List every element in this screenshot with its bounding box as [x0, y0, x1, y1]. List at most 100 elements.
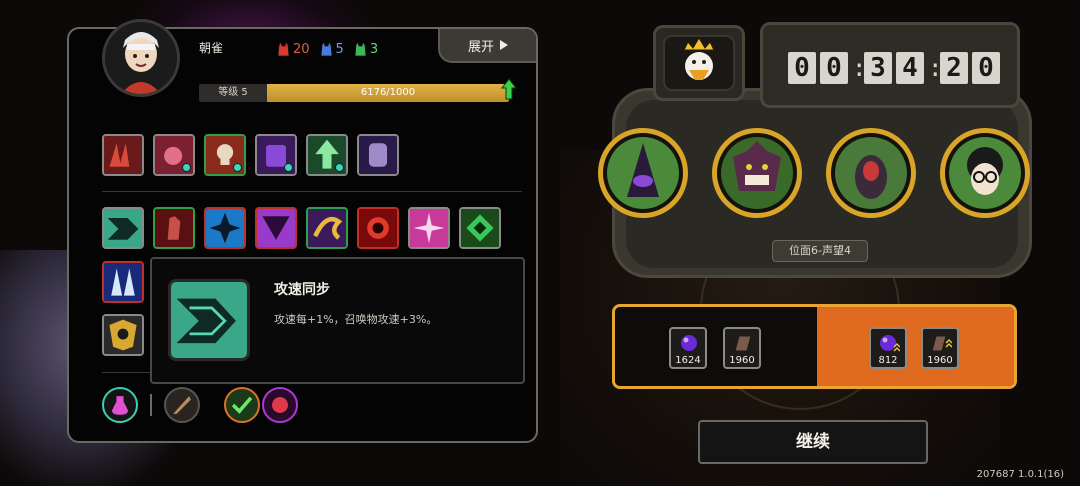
- level-up-arrow-icon[interactable]: [501, 78, 517, 100]
- timer-digit: 3: [864, 52, 892, 84]
- green-demon-icon: [354, 41, 367, 57]
- red-demon-icon: [277, 41, 290, 57]
- reward-b-tablet-value: 1960: [927, 355, 953, 366]
- reward-b-orb-value: 812: [878, 355, 898, 366]
- golden-crest-skill-icon: [104, 316, 142, 354]
- boss-slot-2[interactable]: [712, 128, 802, 218]
- blue-demon-icon: [320, 41, 332, 57]
- potion-icon: [112, 396, 128, 415]
- pink-burst-skill-icon: [410, 209, 448, 247]
- stat-red-value: 20: [293, 41, 310, 57]
- reward-a-tablet: 1960: [723, 327, 761, 369]
- skill-slot-10[interactable]: [102, 314, 144, 356]
- skill-slot-7[interactable]: [408, 207, 450, 249]
- armored-beast-icon: [835, 137, 907, 209]
- timer-digit: 0: [972, 52, 1000, 84]
- trait-slot-1[interactable]: [102, 387, 138, 423]
- boss-slot-4[interactable]: [940, 128, 1030, 218]
- skill-slot-6[interactable]: [357, 207, 399, 249]
- socket-icon: [335, 163, 344, 172]
- item-slot-2[interactable]: [153, 134, 195, 176]
- timer-digit: 2: [940, 52, 968, 84]
- trait-row: [102, 387, 298, 423]
- timer-colon: :: [928, 54, 943, 82]
- socket-icon: [182, 163, 191, 172]
- xp-text: 6176/1000: [360, 87, 416, 98]
- checkmark-icon: [231, 396, 253, 414]
- timer-digit: 0: [820, 52, 848, 84]
- stat-blue: 5: [320, 41, 344, 57]
- player-name: 朝雀: [199, 41, 224, 55]
- green-diamond-skill-icon: [461, 209, 499, 247]
- timer-digit: 0: [788, 52, 816, 84]
- reward-selector: 1624 1960 812 1960: [612, 304, 1017, 389]
- reward-option-a[interactable]: 1624 1960: [615, 307, 817, 386]
- tablet-icon: [734, 335, 752, 352]
- trait-slot-3[interactable]: [224, 387, 260, 423]
- item-slot-6[interactable]: [357, 134, 399, 176]
- glasses-boy-icon: [949, 137, 1021, 209]
- level-label: 等级 5: [199, 84, 267, 102]
- timer-colon: :: [852, 54, 867, 82]
- red-mouth-skill-icon: [359, 209, 397, 247]
- timer-digit: 4: [896, 52, 924, 84]
- play-arrow-icon: [500, 40, 508, 50]
- continue-button[interactable]: 继续: [698, 420, 928, 464]
- tooltip-title: 攻速同步: [274, 282, 330, 298]
- trait-slot-4[interactable]: [262, 387, 298, 423]
- reward-b-orb: 812: [869, 327, 907, 369]
- skill-slot-3[interactable]: [204, 207, 246, 249]
- reward-a-tablet-value: 1960: [729, 355, 755, 366]
- blue-spikes-skill-icon: [104, 263, 142, 301]
- stat-green-value: 3: [369, 41, 379, 57]
- skill-slot-5[interactable]: [306, 207, 348, 249]
- socket-icon: [233, 163, 242, 172]
- tooltip-description: 攻速每+1%，召唤物攻速+3%。: [274, 313, 438, 326]
- item-slot-1[interactable]: [102, 134, 144, 176]
- fanged-demon-icon: [721, 137, 793, 209]
- item-slot-4[interactable]: [255, 134, 297, 176]
- divider-1: [102, 191, 522, 192]
- tooltip-skill-icon: [168, 279, 250, 361]
- hooded-wraith-icon: [607, 137, 679, 209]
- trait-slot-2[interactable]: [164, 387, 200, 423]
- expand-label: 展开: [467, 39, 494, 55]
- red-hand-skill-icon: [155, 209, 193, 247]
- skill-tooltip: 攻速同步 攻速每+1%，召唤物攻速+3%。: [150, 257, 525, 384]
- separator: [150, 394, 152, 416]
- stage-label: 位面6-声望4: [772, 240, 868, 262]
- red-fist-icon: [272, 397, 288, 413]
- reward-option-b[interactable]: 812 1960: [817, 307, 1014, 386]
- version-label: 207687 1.0.1(16): [976, 469, 1064, 480]
- crowned-king-icon: [663, 35, 735, 91]
- skill-slot-4[interactable]: [255, 207, 297, 249]
- item-slot-5[interactable]: [306, 134, 348, 176]
- skill-slot-8[interactable]: [459, 207, 501, 249]
- expand-button[interactable]: 展开: [438, 29, 536, 63]
- item-slot-3[interactable]: [204, 134, 246, 176]
- feather-icon: [173, 396, 191, 414]
- reward-a-orb-value: 1624: [675, 355, 701, 366]
- reward-a-orb: 1624: [669, 327, 707, 369]
- purple-orb-icon: [681, 335, 697, 351]
- tablet-upgrade-icon: [931, 335, 952, 352]
- socket-icon: [284, 163, 293, 172]
- purple-triangle-skill-icon: [257, 209, 295, 247]
- attack-speed-sync-icon: [104, 209, 142, 247]
- avatar[interactable]: [102, 19, 180, 97]
- claw-item-icon: [104, 136, 142, 174]
- reward-b-tablet: 1960: [921, 327, 959, 369]
- skill-row-1: [102, 207, 501, 249]
- boss-slot-1[interactable]: [598, 128, 688, 218]
- item-row-1: [102, 134, 399, 176]
- boss-slot-3[interactable]: [826, 128, 916, 218]
- skill-slot-2[interactable]: [153, 207, 195, 249]
- crown-box: [653, 25, 745, 101]
- skill-slot-1[interactable]: [102, 207, 144, 249]
- purple-shield-icon: [359, 136, 397, 174]
- serpent-skill-icon: [308, 209, 346, 247]
- attack-speed-sync-icon: [171, 282, 247, 358]
- stat-red: 20: [277, 41, 310, 57]
- stat-blue-value: 5: [335, 41, 344, 57]
- skill-slot-9[interactable]: [102, 261, 144, 303]
